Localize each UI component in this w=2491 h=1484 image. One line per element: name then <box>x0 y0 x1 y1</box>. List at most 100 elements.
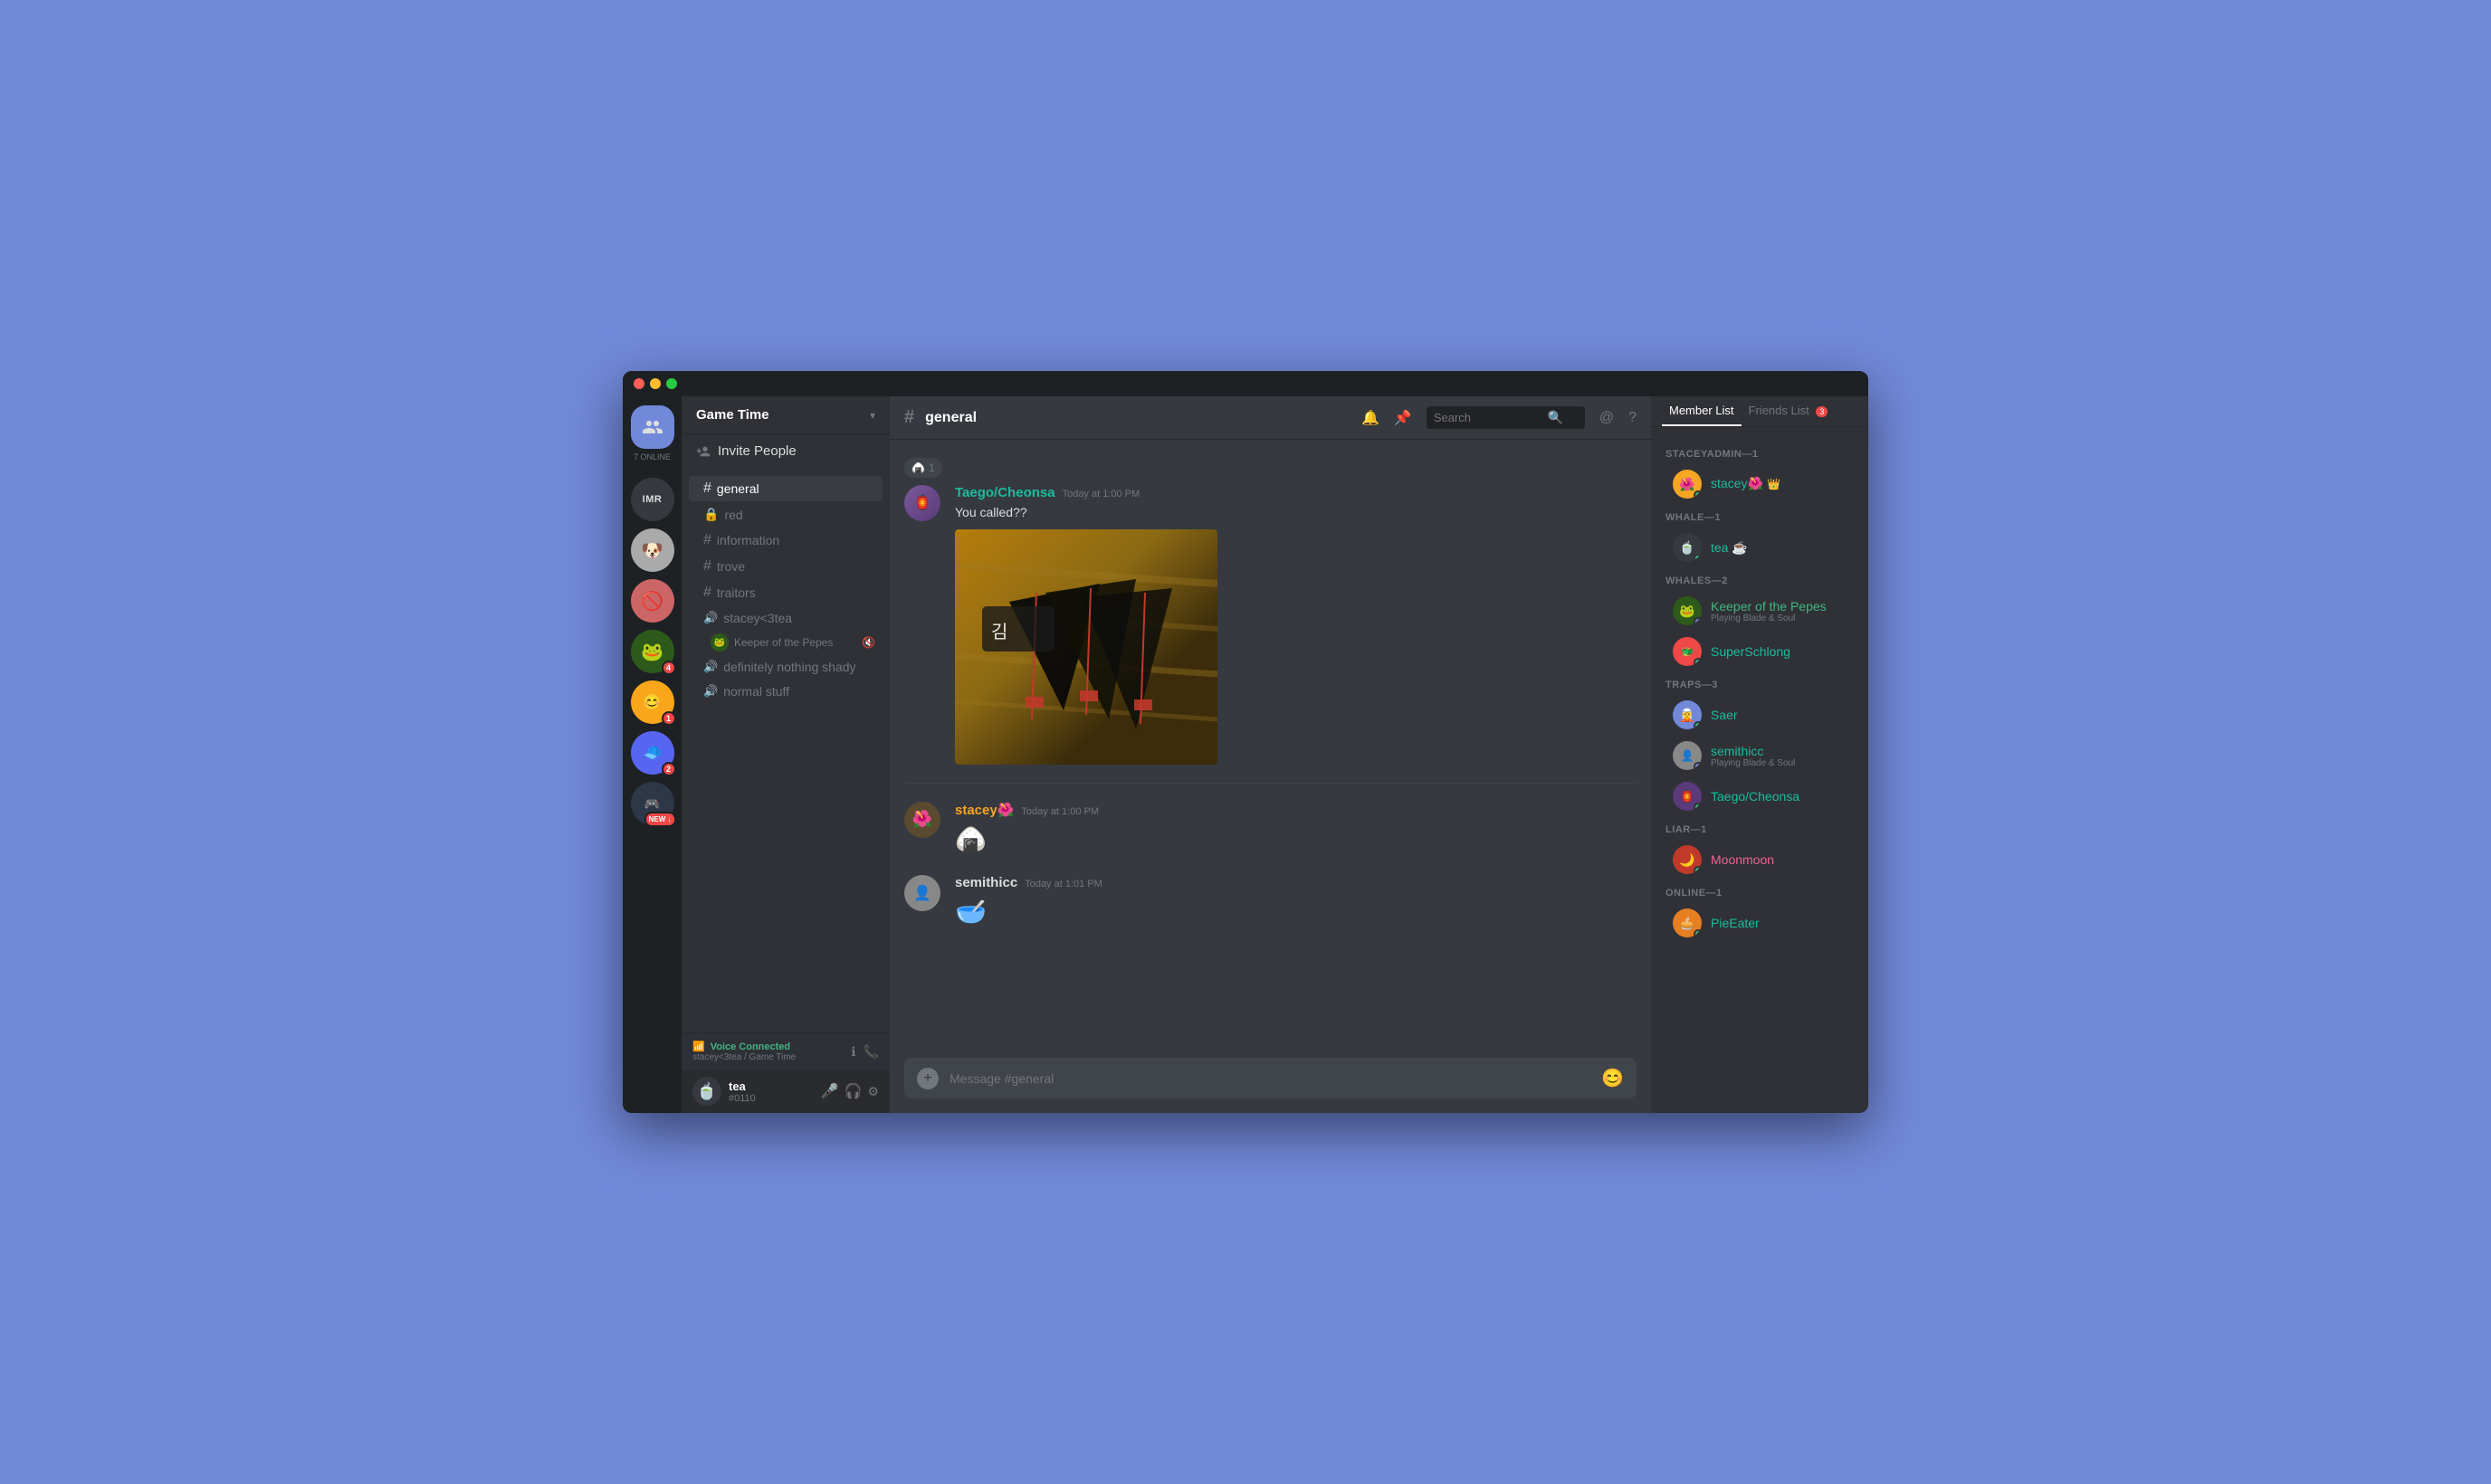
server-header[interactable]: Game Time ▾ <box>682 396 890 434</box>
member-item-taego[interactable]: 🏮 Taego/Cheonsa <box>1658 776 1861 816</box>
invite-people-label: Invite People <box>718 443 797 459</box>
message-header-3: semithicc Today at 1:01 PM <box>955 875 1637 890</box>
member-list-tabs: Member List Friends List 3 <box>1651 396 1868 427</box>
channel-item-traitors[interactable]: # traitors <box>689 580 883 605</box>
server-avatar-4[interactable]: 😊 1 <box>631 680 674 724</box>
help-icon[interactable]: ? <box>1628 410 1637 426</box>
channel-item-information[interactable]: # information <box>689 528 883 553</box>
member-name-tea: tea ☕ <box>1711 540 1748 556</box>
voice-channel-stacey3tea[interactable]: 🔊 stacey<3tea <box>689 606 883 630</box>
message-image-1: 김 <box>955 529 1217 765</box>
message-group-2: 🌺 stacey🌺 Today at 1:00 PM 🍙 <box>890 798 1651 861</box>
maximize-button[interactable] <box>666 378 677 389</box>
member-item-superschlong[interactable]: 🐲 SuperSchlong <box>1658 632 1861 671</box>
crown-icon-stacey: 👑 <box>1767 478 1780 490</box>
channel-sidebar: Game Time ▾ Invite People # general 🔒 re… <box>682 371 890 1113</box>
member-name-semithicc: semithicc <box>1711 744 1795 758</box>
member-avatar-superschlong: 🐲 <box>1673 637 1702 666</box>
message-emoji-3: 🥣 <box>955 894 1637 929</box>
status-dot-moonmoon <box>1694 866 1702 874</box>
section-header-online: ONLINE—1 <box>1651 880 1868 902</box>
invite-people-button[interactable]: Invite People <box>682 434 890 468</box>
member-item-tea[interactable]: 🍵 tea ☕ <box>1658 528 1861 567</box>
badge-4: 1 <box>662 711 676 726</box>
voice-member-keeper[interactable]: 🐸 Keeper of the Pepes 🔇 <box>682 631 890 654</box>
member-item-semithicc[interactable]: 👤 semithicc Playing Blade & Soul <box>1658 736 1861 775</box>
server-avatar-6[interactable]: 🎮 NEW ↓ <box>631 782 674 825</box>
server-icon-imr[interactable]: IMR <box>631 478 674 521</box>
member-avatar-tea: 🍵 <box>1673 533 1702 562</box>
friends-badge: 3 <box>1816 406 1828 417</box>
channel-hash-display: # <box>904 407 914 428</box>
server-avatar-3[interactable]: 🐸 4 <box>631 630 674 673</box>
member-item-moonmoon[interactable]: 🌙 Moonmoon <box>1658 840 1861 880</box>
status-dot-superschlong <box>1694 658 1702 666</box>
voice-connected-sub: stacey<3tea / Game Time <box>692 1052 796 1062</box>
message-author-1: Taego/Cheonsa <box>955 485 1055 500</box>
mention-icon[interactable]: @ <box>1599 410 1614 426</box>
tab-member-list[interactable]: Member List <box>1662 396 1742 426</box>
member-item-stacey[interactable]: 🌺 stacey🌺 👑 <box>1658 464 1861 504</box>
close-button[interactable] <box>634 378 644 389</box>
section-header-liar: LIAR—1 <box>1651 817 1868 839</box>
bell-icon[interactable]: 🔔 <box>1361 409 1379 427</box>
channel-item-trove[interactable]: # trove <box>689 554 883 579</box>
search-input[interactable] <box>1434 411 1542 424</box>
voice-phone-icon[interactable]: 📞 <box>864 1044 879 1060</box>
voice-info-icon[interactable]: ℹ <box>851 1044 855 1060</box>
member-name-moonmoon: Moonmoon <box>1711 852 1774 867</box>
channels-list: # general 🔒 red # information # trove # … <box>682 468 890 1032</box>
message-input-box: + 😊 <box>904 1058 1637 1099</box>
online-count: 7 ONLINE <box>634 452 671 461</box>
tab-friends-list[interactable]: Friends List 3 <box>1742 396 1836 426</box>
channel-item-red[interactable]: 🔒 red <box>689 502 883 527</box>
minimize-button[interactable] <box>650 378 661 389</box>
member-item-saer[interactable]: 🧝 Saer <box>1658 695 1861 735</box>
server-chevron-icon: ▾ <box>870 409 875 422</box>
hash-icon-red: 🔒 <box>703 507 719 522</box>
badge-3: 4 <box>662 661 676 675</box>
member-item-keeper[interactable]: 🐸 Keeper of the Pepes Playing Blade & So… <box>1658 591 1861 631</box>
member-sub-semithicc: Playing Blade & Soul <box>1711 758 1795 768</box>
server-avatar-1[interactable]: 🐶 <box>631 528 674 572</box>
member-avatar-taego2: 🏮 <box>1673 782 1702 811</box>
message-emoji-2: 🍙 <box>955 822 1637 857</box>
server-avatar-5[interactable]: 🧢 2 <box>631 731 674 775</box>
voice-member-name: Keeper of the Pepes <box>734 636 833 649</box>
member-info-keeper: Keeper of the Pepes Playing Blade & Soul <box>1711 599 1827 623</box>
badge-5: 2 <box>662 762 676 776</box>
message-input-area: + 😊 <box>890 1058 1651 1113</box>
message-input[interactable] <box>950 1071 1590 1086</box>
signal-icon: 📶 <box>692 1041 705 1052</box>
headset-icon[interactable]: 🎧 <box>845 1082 863 1100</box>
pin-icon[interactable]: 📌 <box>1394 409 1412 427</box>
emoji-reaction[interactable]: 🍙1 <box>904 458 942 478</box>
voice-connected-text: 📶 Voice Connected <box>692 1041 796 1052</box>
member-avatar-moonmoon: 🌙 <box>1673 845 1702 874</box>
avatar-icon-1: 🐶 <box>631 528 674 572</box>
avatar-icon-2: 🚫 <box>631 579 674 623</box>
channel-item-general[interactable]: # general <box>689 476 883 501</box>
member-avatar-semithicc: 👤 <box>1673 741 1702 770</box>
message-text-1: You called?? <box>955 504 1637 522</box>
server-avatar-2[interactable]: 🚫 <box>631 579 674 623</box>
emoji-picker-button[interactable]: 😊 <box>1601 1067 1624 1089</box>
channel-name-information: information <box>717 533 779 547</box>
voice-channel-shady[interactable]: 🔊 definitely nothing shady <box>689 655 883 679</box>
server-icon-main[interactable] <box>631 405 674 449</box>
settings-icon[interactable]: ⚙ <box>867 1084 879 1099</box>
message-content-2: stacey🌺 Today at 1:00 PM 🍙 <box>955 802 1637 857</box>
user-controls: 🎤 🎧 ⚙ <box>821 1082 879 1100</box>
status-dot-taego <box>1694 803 1702 811</box>
member-item-pieeater[interactable]: 🥧 PieEater <box>1658 903 1861 943</box>
mic-icon[interactable]: 🎤 <box>821 1082 839 1100</box>
add-attachment-button[interactable]: + <box>917 1068 939 1089</box>
member-sub-keeper: Playing Blade & Soul <box>1711 614 1827 623</box>
voice-icon-3: 🔊 <box>703 684 718 699</box>
new-badge-6: NEW ↓ <box>644 812 676 827</box>
voice-channel-normal[interactable]: 🔊 normal stuff <box>689 680 883 703</box>
search-box[interactable]: 🔍 <box>1427 406 1585 429</box>
user-avatar: 🍵 <box>692 1077 721 1106</box>
member-name-taego: Taego/Cheonsa <box>1711 789 1799 804</box>
message-timestamp-1: Today at 1:00 PM <box>1063 489 1141 499</box>
